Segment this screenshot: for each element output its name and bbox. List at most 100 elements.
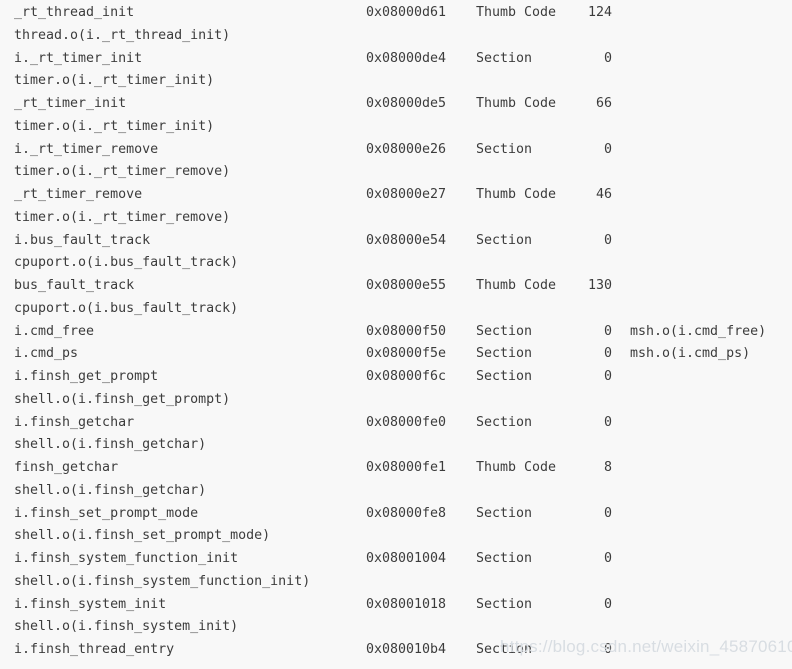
symbol-name-cell: i._rt_timer_remove	[14, 141, 159, 157]
table-row: i.finsh_getchar 0x08000fe0 Section 0	[0, 412, 792, 435]
symbol-size-cell: 124	[587, 5, 612, 20]
linker-map-listing: _rt_thread_init 0x08000d61 Thumb Code 124th…	[0, 0, 792, 669]
table-row: i.finsh_system_init 0x08001018 Section 0	[0, 594, 792, 617]
symbol-name-cell: timer.o(i._rt_timer_init)	[14, 118, 215, 134]
table-row: i.finsh_system_function_init 0x08001004 Se…	[0, 548, 792, 571]
symbol-size-cell: 0	[603, 642, 612, 657]
symbol-object-cell: msh.o(i.cmd_free)	[630, 323, 767, 339]
symbol-name-cell: timer.o(i._rt_timer_remove)	[14, 209, 231, 225]
symbol-address-cell: 0x08000de5	[366, 96, 447, 111]
symbol-name-cell: _rt_timer_remove	[14, 187, 143, 202]
table-row: i.cmd_free 0x08000f50 Section 0 msh.o(i.cmd_…	[0, 321, 792, 344]
symbol-type-cell: Section	[476, 414, 533, 430]
symbol-name-cell: i.finsh_set_prompt_mode	[14, 505, 199, 521]
table-row: finsh_getchar 0x08000fe1 Thumb Code 8	[0, 457, 792, 480]
symbol-address-cell: 0x08000e27	[366, 187, 447, 202]
symbol-address-cell: 0x08000de4	[366, 50, 447, 66]
table-row: i.finsh_set_prompt_mode 0x08000fe8 Section…	[0, 503, 792, 526]
symbol-name-cell: cpuport.o(i.bus_fault_track)	[14, 255, 239, 271]
table-row: i.cmd_ps 0x08000f5e Section 0 msh.o(i.cmd_ps…	[0, 343, 792, 366]
table-row: i.finsh_get_prompt 0x08000f6c Section 0	[0, 366, 792, 389]
symbol-name-cell: shell.o(i.finsh_getchar)	[14, 482, 207, 498]
symbol-address-cell: 0x08000e54	[366, 232, 447, 248]
symbol-size-cell: 0	[603, 551, 612, 566]
symbol-name-cell: shell.o(i.finsh_set_prompt_mode)	[14, 528, 271, 544]
symbol-size-cell: 0	[603, 232, 612, 248]
symbol-type-cell: Section	[476, 642, 533, 657]
table-row: timer.o(i._rt_timer_remove)	[0, 207, 792, 230]
symbol-size-cell: 0	[603, 369, 612, 384]
table-row: cpuport.o(i.bus_fault_track)	[0, 252, 792, 275]
symbol-size-cell: 0	[603, 505, 612, 521]
symbol-size-cell: 0	[603, 346, 612, 362]
symbol-name-cell: i.cmd_ps	[14, 346, 79, 362]
table-row: i.bus_fault_track 0x08000e54 Section 0	[0, 230, 792, 253]
symbol-address-cell: 0x08000e26	[366, 141, 447, 157]
table-row: i._rt_timer_init 0x08000de4 Section 0	[0, 48, 792, 71]
symbol-name-cell: i.finsh_getchar	[14, 414, 135, 430]
symbol-size-cell: 0	[603, 323, 612, 339]
table-row: timer.o(i._rt_timer_remove)	[0, 161, 792, 184]
table-row: shell.o(i.finsh_system_init)	[0, 616, 792, 639]
symbol-type-cell: Section	[476, 369, 533, 384]
symbol-type-cell: Section	[476, 232, 533, 248]
symbol-size-cell: 0	[603, 50, 612, 66]
symbol-size-cell: 0	[603, 414, 612, 430]
symbol-type-cell: Section	[476, 505, 533, 521]
symbol-name-cell: _rt_thread_init	[14, 5, 135, 20]
symbol-name-cell: shell.o(i.finsh_get_prompt)	[14, 391, 231, 407]
symbol-address-cell: 0x08000fe1	[366, 460, 447, 475]
table-row: _rt_timer_init 0x08000de5 Thumb Code 66	[0, 93, 792, 116]
symbol-address-cell: 0x08000fe8	[366, 505, 447, 521]
symbol-name-cell: i.cmd_free	[14, 323, 95, 339]
table-row: shell.o(i.finsh_system_function_init)	[0, 571, 792, 594]
symbol-type-cell: Section	[476, 596, 533, 612]
symbol-size-cell: 8	[603, 460, 612, 475]
symbol-name-cell: i.finsh_thread_entry	[14, 642, 175, 657]
symbol-name-cell: shell.o(i.finsh_getchar)	[14, 437, 207, 453]
table-row: shell.o(i.finsh_getchar)	[0, 480, 792, 503]
symbol-address-cell: 0x080010b4	[366, 642, 447, 657]
symbol-type-cell: Section	[476, 323, 533, 339]
symbol-name-cell: finsh_getchar	[14, 460, 119, 475]
symbol-name-cell: timer.o(i._rt_timer_remove)	[14, 164, 231, 180]
symbol-name-cell: shell.o(i.finsh_system_init)	[14, 619, 239, 635]
table-row: i.finsh_thread_entry 0x080010b4 Section 0	[0, 639, 792, 662]
symbol-name-cell: _rt_timer_init	[14, 96, 127, 111]
table-row: shell.o(i.finsh_getchar)	[0, 434, 792, 457]
symbol-address-cell: 0x08000f50	[366, 323, 447, 339]
symbol-type-cell: Section	[476, 50, 533, 66]
symbol-name-cell: i.finsh_get_prompt	[14, 369, 159, 384]
table-row: thread.o(i._rt_thread_init)	[0, 25, 792, 48]
symbol-type-cell: Section	[476, 551, 533, 566]
symbol-size-cell: 0	[603, 141, 612, 157]
table-row: bus_fault_track 0x08000e55 Thumb Code 130	[0, 275, 792, 298]
symbol-size-cell: 66	[595, 96, 612, 111]
table-row: timer.o(i._rt_timer_init)	[0, 70, 792, 93]
symbol-name-cell: bus_fault_track	[14, 278, 135, 293]
symbol-size-cell: 0	[603, 596, 612, 612]
symbol-address-cell: 0x08000e55	[366, 278, 447, 293]
symbol-name-cell: thread.o(i._rt_thread_init)	[14, 27, 231, 43]
symbol-type-cell: Section	[476, 346, 533, 362]
symbol-address-cell: 0x08001018	[366, 596, 447, 612]
symbol-type-cell: Section	[476, 141, 533, 157]
symbol-name-cell: cpuport.o(i.bus_fault_track)	[14, 300, 239, 316]
table-row: shell.o(i.finsh_get_prompt)	[0, 389, 792, 412]
symbol-address-cell: 0x08001004	[366, 551, 447, 566]
symbol-size-cell: 46	[595, 187, 612, 202]
table-row: cpuport.o(i.bus_fault_track)	[0, 298, 792, 321]
table-row: _rt_thread_init 0x08000d61 Thumb Code 124	[0, 2, 792, 25]
symbol-address-cell: 0x08000f5e	[366, 346, 447, 362]
symbol-size-cell: 130	[587, 278, 612, 293]
symbol-name-cell: i.finsh_system_function_init	[14, 551, 239, 566]
table-row: i._rt_timer_remove 0x08000e26 Section 0	[0, 139, 792, 162]
symbol-object-cell: msh.o(i.cmd_ps)	[630, 346, 751, 362]
symbol-name-cell: i._rt_timer_init	[14, 50, 143, 66]
symbol-name-cell: timer.o(i._rt_timer_init)	[14, 73, 215, 89]
table-row: timer.o(i._rt_timer_init)	[0, 116, 792, 139]
symbol-address-cell: 0x08000d61	[366, 5, 447, 20]
symbol-name-cell: i.finsh_system_init	[14, 596, 167, 612]
symbol-address-cell: 0x08000fe0	[366, 414, 447, 430]
table-row: _rt_timer_remove 0x08000e27 Thumb Code 46	[0, 184, 792, 207]
